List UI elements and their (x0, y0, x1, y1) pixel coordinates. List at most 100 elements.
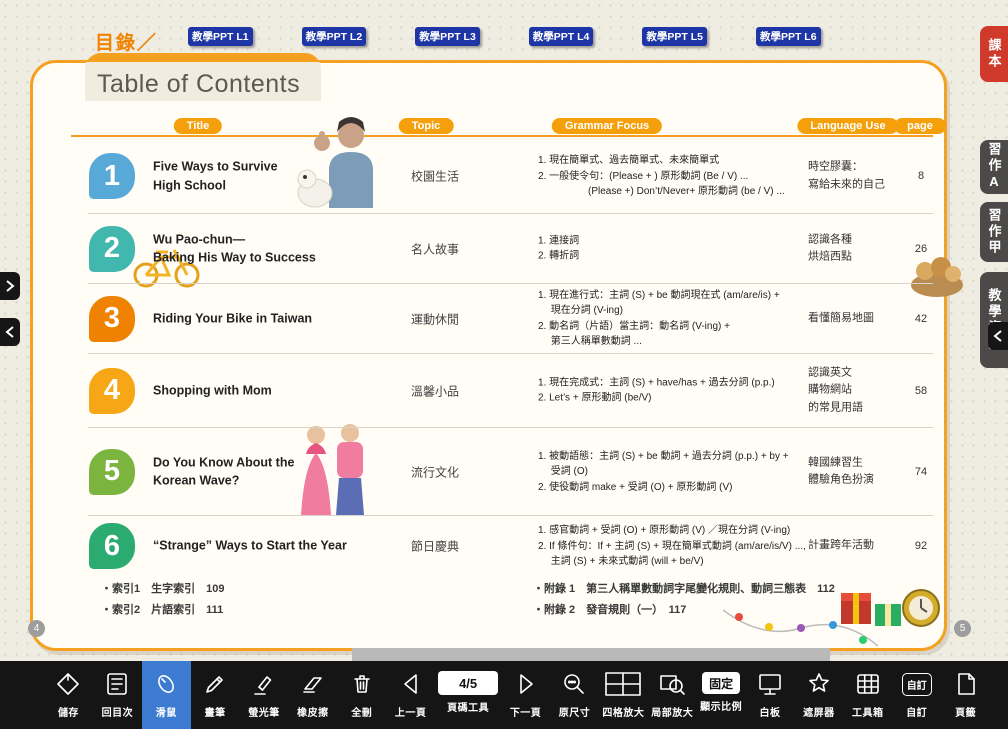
column-header-page: page (894, 118, 946, 134)
toolbar-label: 原尺寸 (559, 704, 591, 719)
toolbar-item-display-scale[interactable]: 固定 顯示比例 (697, 661, 746, 729)
toolbar-item-mouse[interactable]: 滑鼠 (142, 661, 191, 729)
unit-page-number: 26 (901, 243, 941, 255)
toolbar-item-toolbox[interactable]: 工具箱 (843, 661, 892, 729)
breadcrumb: 目錄／ (95, 28, 158, 55)
toolbar-item-custom[interactable]: 自訂 自訂 (892, 661, 941, 729)
unit-number-badge[interactable]: 1 (89, 153, 135, 199)
mouse-icon (153, 668, 179, 700)
toolbar-label: 下一頁 (510, 704, 542, 719)
toolbar-item-delete-all[interactable]: 全刪 (337, 661, 386, 729)
toolbar-label: 橡皮擦 (297, 704, 329, 719)
toolbar-item-eraser[interactable]: 橡皮擦 (288, 661, 337, 729)
toolbar-label: 遮屏器 (803, 704, 835, 719)
toolbar-item-page-tabs[interactable]: 頁籤 (941, 661, 990, 729)
unit-page-number: 58 (901, 385, 941, 397)
right-panel-collapse-button[interactable] (988, 322, 1008, 350)
ppt-button-l1[interactable]: 教學PPT L1 (188, 27, 253, 46)
unit-title[interactable]: “Strange” Ways to Start the Year (153, 537, 363, 556)
toolbar-item-prev-page[interactable]: 上一頁 (386, 661, 435, 729)
unit-language-use: 計畫跨年活動 (808, 537, 898, 555)
unit-number-badge[interactable]: 6 (89, 523, 135, 569)
scrollbar[interactable] (352, 648, 830, 661)
unit-title[interactable]: Wu Pao-chun— Baking His Way to Success (153, 230, 363, 268)
toolbar-item-area-zoom[interactable]: 局部放大 (648, 661, 697, 729)
toolbar-item-highlighter[interactable]: 螢光筆 (240, 661, 289, 729)
toc-row-unit-3: 3 Riding Your Bike in Taiwan 運動休閒 1. 現在進… (33, 284, 944, 353)
unit-page-number: 8 (901, 170, 941, 182)
unit-grammar-focus: 1. 現在簡單式、過去簡單式、未來簡單式 2. 一般使令句：(Please + … (538, 153, 816, 200)
toc-row-unit-1: 1 Five Ways to Survive High School 校園生活 … (33, 139, 944, 213)
unit-language-use: 韓國練習生 體驗角色扮演 (808, 454, 898, 489)
toolbar-item-next-page[interactable]: 下一頁 (501, 661, 550, 729)
toc-page: Table of Contents Title Topic Grammar Fo… (30, 60, 947, 651)
unit-grammar-focus: 1. 現在完成式：主詞 (S) + have/has + 過去分詞 (p.p.)… (538, 375, 816, 406)
left-panel-expand-button[interactable] (0, 272, 20, 300)
unit-number-badge[interactable]: 2 (89, 226, 135, 272)
unit-page-number: 42 (901, 313, 941, 325)
pen-icon (202, 668, 228, 700)
area-magnifier-icon (659, 668, 685, 700)
tab-teaching-resources[interactable]: 教學資源 (980, 272, 1008, 368)
left-panel-collapse-button[interactable] (0, 318, 20, 346)
toolbar-label: 白板 (760, 704, 781, 719)
unit-topic: 流行文化 (385, 463, 485, 480)
toolbar-label: 四格放大 (602, 704, 644, 719)
unit-title[interactable]: Shopping with Mom (153, 381, 363, 400)
tab-workbook-a[interactable]: 習作A (980, 140, 1008, 194)
toolbar-item-page-indicator[interactable]: 4/5 頁碼工具 (435, 661, 501, 729)
unit-number-badge[interactable]: 3 (89, 296, 135, 342)
index-entry-vocabulary: ・索引1 生字索引 109 (101, 580, 224, 596)
appendix-entry-2: ・附錄 2 發音規則（一） 117 (533, 601, 686, 617)
unit-language-use: 認識各種 烘焙西點 (808, 231, 898, 266)
index-entry-phrases: ・索引2 片語索引 111 (101, 601, 223, 617)
page-title: Table of Contents (85, 70, 300, 101)
toolbar-label: 滑鼠 (156, 704, 177, 719)
appendix-entry-1: ・附錄 1 第三人稱單數動詞字尾變化規則、動詞三態表 112 (533, 580, 835, 596)
ppt-button-l4[interactable]: 教學PPT L4 (529, 27, 594, 46)
unit-number-badge[interactable]: 5 (89, 449, 135, 495)
toolbar-item-screen-cover[interactable]: 遮屏器 (794, 661, 843, 729)
toolbar-item-whiteboard[interactable]: 白板 (746, 661, 795, 729)
column-header-title: Title (174, 118, 222, 134)
ppt-button-l5[interactable]: 教學PPT L5 (642, 27, 707, 46)
toolbar-item-pen[interactable]: 畫筆 (191, 661, 240, 729)
tab-label: 課本 (985, 38, 1004, 70)
unit-title[interactable]: Five Ways to Survive High School (153, 157, 363, 195)
toolbar-label: 自訂 (906, 704, 927, 719)
toolbar-label: 全刪 (351, 704, 372, 719)
tab-textbook[interactable]: 課本 (980, 26, 1008, 82)
unit-grammar-focus: 1. 被動語態：主詞 (S) + be 動詞 + 過去分詞 (p.p.) + b… (538, 448, 816, 495)
toolbar-item-save[interactable]: 儲存 (44, 661, 93, 729)
toolbar-item-quad-zoom[interactable]: 四格放大 (599, 661, 648, 729)
magnifier-icon (561, 668, 587, 700)
unit-title[interactable]: Riding Your Bike in Taiwan (153, 309, 363, 328)
unit-title[interactable]: Do You Know About the Korean Wave? (153, 453, 363, 491)
tab-workbook-jia[interactable]: 習作甲 (980, 202, 1008, 262)
string-lights-illustration (723, 600, 878, 652)
ppt-button-l2[interactable]: 教學PPT L2 (302, 27, 367, 46)
toolbar-item-back-to-toc[interactable]: 回目次 (93, 661, 142, 729)
chevron-right-icon (5, 279, 15, 293)
ppt-button-l3[interactable]: 教學PPT L3 (415, 27, 480, 46)
toolbox-grid-icon (855, 668, 881, 700)
toolbar-label: 回目次 (102, 704, 134, 719)
unit-number-badge[interactable]: 4 (89, 368, 135, 414)
unit-language-use: 認識英文 購物網站 的常見用語 (808, 364, 898, 417)
unit-grammar-focus: 1. 現在進行式：主詞 (S) + be 動詞現在式 (am/are/is) +… (538, 288, 816, 350)
page-indicator-box[interactable]: 4/5 (438, 671, 498, 695)
toolbar-item-original-size[interactable]: 原尺寸 (550, 661, 599, 729)
column-header-grammar-focus: Grammar Focus (552, 118, 662, 134)
eraser-icon (300, 668, 326, 700)
unit-topic: 名人故事 (385, 240, 485, 257)
unit-topic: 運動休閒 (385, 310, 485, 327)
chevron-left-icon (993, 329, 1003, 343)
unit-grammar-focus: 1. 感官動詞 + 受詞 (O) + 原形動詞 (V) ／現在分詞 (V-ing… (538, 523, 816, 570)
toc-row-unit-5: 5 Do You Know About the Korean Wave? 流行文… (33, 428, 944, 515)
header-divider (71, 135, 933, 137)
page-number-left: 4 (28, 620, 45, 637)
bottom-toolbar: 儲存 回目次 滑鼠 畫筆 螢光筆 (0, 661, 1008, 729)
ppt-button-l6[interactable]: 教學PPT L6 (756, 27, 821, 46)
column-header-topic: Topic (399, 118, 454, 134)
scale-mode-box[interactable]: 固定 (702, 672, 740, 694)
